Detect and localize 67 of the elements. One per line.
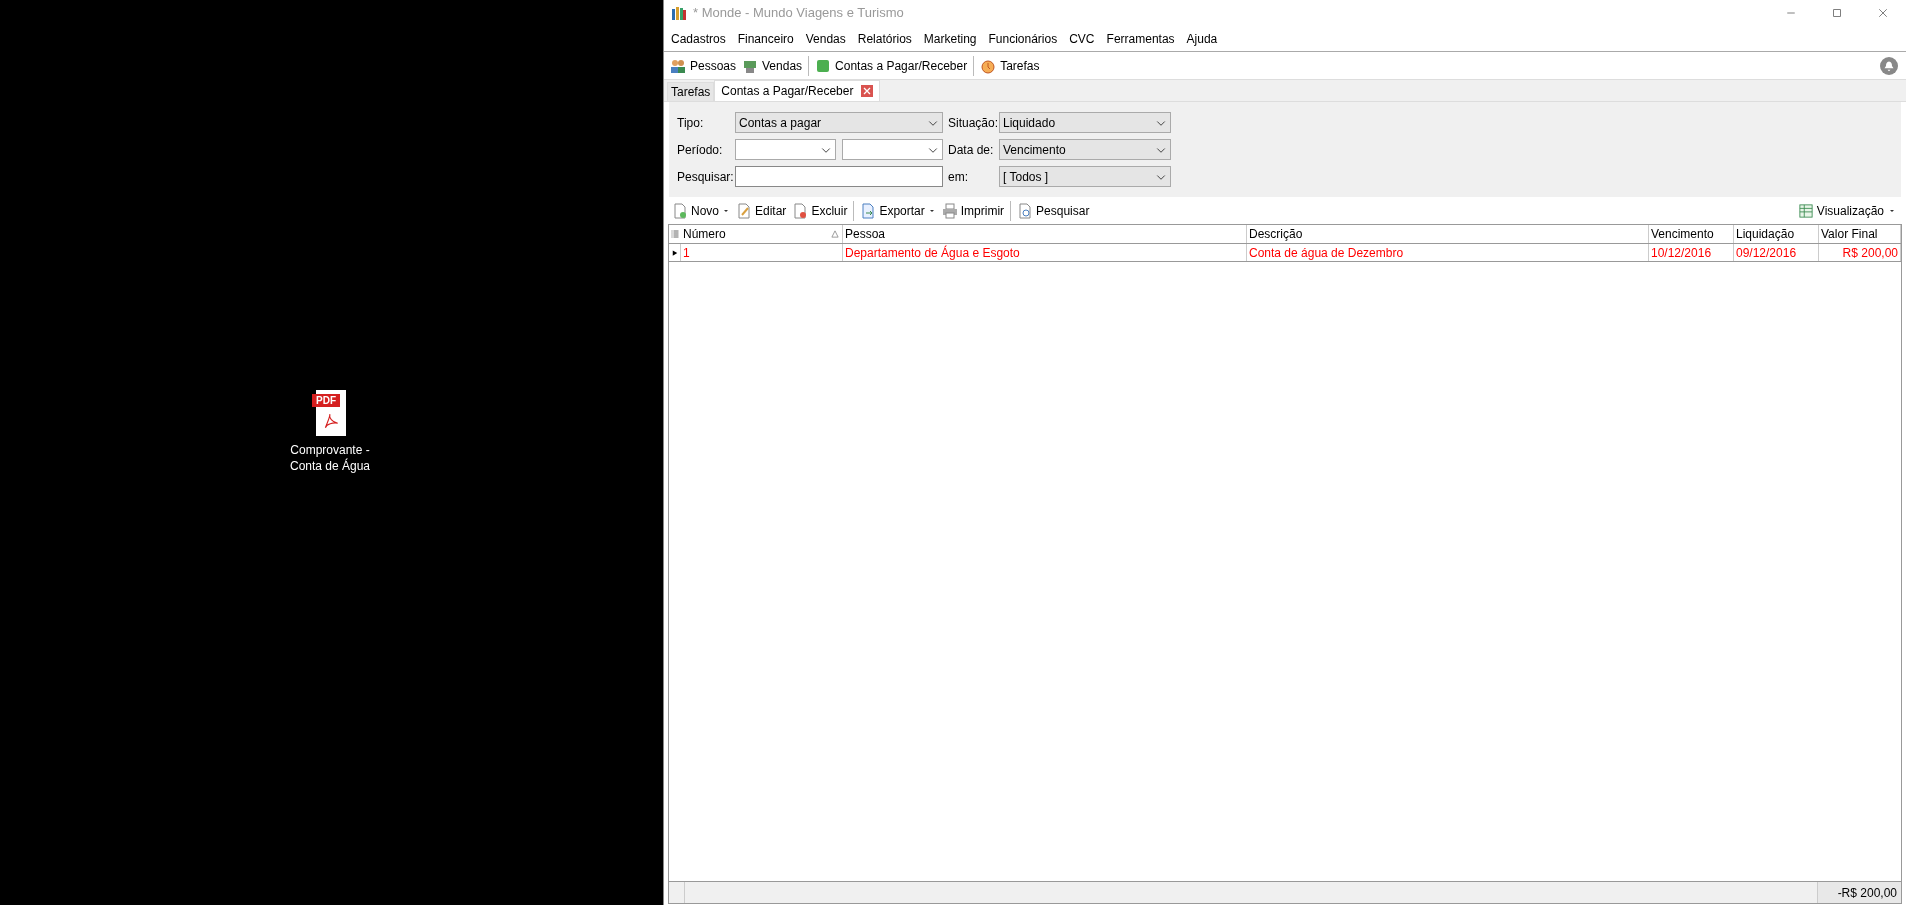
field-label: Pesquisar:: [677, 168, 735, 186]
printer-icon: [941, 202, 958, 219]
dropdown[interactable]: [735, 139, 836, 160]
field-label: em:: [948, 168, 969, 186]
notification-button[interactable]: [1880, 56, 1898, 75]
search-document-icon: [1017, 202, 1034, 219]
toolbar-button[interactable]: Exportar: [860, 199, 936, 222]
maximize-icon: [1831, 7, 1843, 19]
close-icon: [1877, 7, 1889, 19]
menu-item[interactable]: Financeiro: [737, 30, 794, 47]
field-label: Tipo:: [677, 114, 705, 132]
tab[interactable]: Tarefas: [667, 82, 715, 101]
column-header[interactable]: Valor Final: [1819, 225, 1901, 243]
window-title: * Monde - Mundo Viagens e Turismo: [693, 4, 904, 23]
column-header[interactable]: Número: [681, 225, 843, 243]
tab[interactable]: Contas a Pagar/Receber: [714, 80, 881, 101]
field-label: Data de:: [948, 141, 995, 159]
menu-item[interactable]: CVC: [1069, 30, 1095, 47]
dropdown[interactable]: Contas a pagar: [735, 112, 943, 133]
table-cell: 1: [681, 244, 843, 261]
close-tab-icon[interactable]: [861, 85, 874, 97]
table-cell: 09/12/2016: [1734, 244, 1819, 261]
books-icon: [671, 5, 687, 21]
delete-document-icon: [792, 202, 809, 219]
table-cell: Conta de água de Dezembro: [1247, 244, 1649, 261]
toolbar-button[interactable]: Novo: [672, 199, 730, 222]
export-document-icon: [860, 202, 877, 219]
menu-item[interactable]: Ferramentas: [1106, 30, 1175, 47]
search-field[interactable]: [735, 166, 943, 187]
toolbar-button[interactable]: Editar: [736, 199, 787, 222]
people-icon: [670, 57, 686, 74]
status-total: -R$ 200,00: [1817, 882, 1901, 903]
toolbar-button[interactable]: Pesquisar: [1017, 199, 1090, 222]
dropdown[interactable]: Vencimento: [999, 139, 1171, 160]
field-label: Período:: [677, 141, 724, 159]
table-cell: Departamento de Água e Esgoto: [843, 244, 1247, 261]
menu-item[interactable]: Funcionários: [988, 30, 1058, 47]
dropdown[interactable]: [ Todos ]: [999, 166, 1171, 187]
column-header[interactable]: Pessoa: [843, 225, 1247, 243]
new-document-icon: [672, 202, 688, 219]
toolbar-button[interactable]: Pessoas: [670, 54, 737, 77]
table-cell: R$ 200,00: [1819, 244, 1901, 261]
file-label[interactable]: Comprovante - Conta de Água: [285, 442, 375, 474]
column-header[interactable]: Vencimento: [1649, 225, 1734, 243]
field-label: Situação:: [948, 114, 999, 132]
toolbar-button[interactable]: Contas a Pagar/Receber: [815, 54, 968, 77]
table-cell: 10/12/2016: [1649, 244, 1734, 261]
column-chooser-icon: [671, 229, 679, 239]
view-button[interactable]: Visualização: [1798, 199, 1896, 222]
table-row[interactable]: 1 Departamento de Água e Esgoto Conta de água de Dezembro 10/12/2016 09/12/2016 R$ 200,00: [669, 244, 1901, 262]
menu-item[interactable]: Marketing: [923, 30, 977, 47]
toolbar-button[interactable]: Vendas: [742, 54, 803, 77]
bell-icon: [1883, 59, 1895, 72]
toolbar-button[interactable]: Excluir: [792, 199, 848, 222]
toolbar-button[interactable]: Tarefas: [980, 54, 1040, 77]
menu-item[interactable]: Ajuda: [1186, 30, 1218, 47]
dropdown[interactable]: [842, 139, 943, 160]
alarm-clock-icon: [980, 57, 997, 74]
dropdown[interactable]: Liquidado: [999, 112, 1171, 133]
columns-icon: [1798, 203, 1813, 218]
menu-item[interactable]: Vendas: [805, 30, 846, 47]
column-header[interactable]: Liquidação: [1734, 225, 1819, 243]
menu-item[interactable]: Cadastros: [671, 30, 726, 47]
toolbar-button[interactable]: Imprimir: [941, 199, 1005, 222]
menu-item[interactable]: Relatórios: [857, 30, 912, 47]
edit-document-icon: [736, 202, 752, 219]
column-header[interactable]: Descrição: [1247, 225, 1649, 243]
